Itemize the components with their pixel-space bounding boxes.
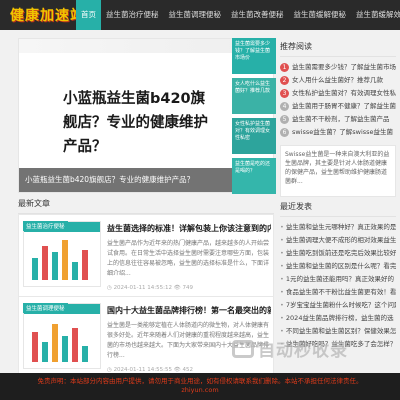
featured-side-list: 益生菌需要多少钱？了解益生菌市场价 女人吃什么益生菌好？推荐几款 女性私护益生菌… <box>232 38 276 198</box>
post-meta: ◷ 2024-01-11 14:55:12 👁 749 <box>107 285 193 291</box>
popular-title: 最近发表 <box>280 198 396 217</box>
watermark-logo: 自动秒收录 <box>232 336 348 361</box>
popular-panel: 最近发表 益生菌和益生元哪种好？真正效果的是 益生菌调理大便不成形的相对效果益生… <box>280 198 396 351</box>
footer-disclaimer: 免责声明：本站部分内容由用户提供，请勿用于商业用途，如有侵权请联系我们删除。本站… <box>0 373 400 400</box>
list-item[interactable]: 益生菌吃到饭前还是吃完后效果比较好 <box>280 247 396 260</box>
list-item[interactable]: 4 益生菌用于肠胃不健康？了解益生菌的 <box>280 100 396 113</box>
post-category-badge[interactable]: 益生菌治疗便秘 <box>23 221 68 231</box>
top-nav-bar: 健康加速站 首页 益生菌治疗便秘 益生菌调理便秘 益生菌改善便秘 益生菌缓解便秘… <box>0 0 400 30</box>
featured-side-item[interactable]: 益生菌是吃的还是喝的？ <box>232 158 276 194</box>
post-title[interactable]: 国内十大益生菌品牌排行榜！第一名最突出的就是这点！ <box>107 305 271 316</box>
post-card[interactable]: 益生菌治疗便秘 益生菌选择的标准！详解包装上你该注意到的内容！ 益生菌产品作为近… <box>18 214 274 304</box>
footer-notice: 免责声明：本站部分内容由用户提供，请勿用于商业用途，如有侵权请联系我们删除。本站… <box>37 377 363 385</box>
recommended-excerpt[interactable]: Swisse益生菌是一种来自澳大利亚的益生菌品牌，其主要是针对人体肠道健康的保健… <box>280 145 396 197</box>
list-item[interactable]: 7岁宝宝益生菌粉什么时候吃？这个问题 <box>280 299 396 312</box>
recommended-panel: 推荐阅读 1 益生菌需要多少钱？了解益生菌市场价 2 女人用什么益生菌好？推荐几款 … <box>280 38 396 197</box>
list-item[interactable]: 食品益生菌不干粉比益生菌更有效！看 <box>280 286 396 299</box>
site-logo[interactable]: 健康加速站 <box>10 3 85 27</box>
nav-item-1[interactable]: 益生菌治疗便秘 <box>101 0 164 30</box>
footer-url[interactable]: zhiyun.com <box>8 386 392 395</box>
featured-side-item[interactable]: 女性私护益生菌对？有效调理女性私密 <box>232 118 276 154</box>
list-item[interactable]: 3 女性私护益生菌对？有效调理女性私密 <box>280 87 396 100</box>
nav-item-4[interactable]: 益生菌缓解便秘 <box>289 0 352 30</box>
list-item[interactable]: 益生菌和益生菌的区别是什么呢？看完 <box>280 260 396 273</box>
list-item[interactable]: 1元的益生菌还能用吗？真正效果好的 <box>280 273 396 286</box>
featured-side-item[interactable]: 益生菌需要多少钱？了解益生菌市场价 <box>232 38 276 74</box>
recommended-list: 1 益生菌需要多少钱？了解益生菌市场价 2 女人用什么益生菌好？推荐几款 3 女性私护… <box>280 61 396 139</box>
watermark-text: 自动秒收录 <box>258 341 348 361</box>
nav-item-2[interactable]: 益生菌调理便秘 <box>164 0 227 30</box>
list-item[interactable]: 1 益生菌需要多少钱？了解益生菌市场价 <box>280 61 396 74</box>
latest-section-title: 最新文章 <box>18 198 274 214</box>
list-item[interactable]: 益生菌调理大便不成形的相对效果益生菌 <box>280 234 396 247</box>
main-nav: 首页 益生菌治疗便秘 益生菌调理便秘 益生菌改善便秘 益生菌缓解便秘 益生菌缓解… <box>76 0 400 30</box>
popular-list: 益生菌和益生元哪种好？真正效果的是 益生菌调理大便不成形的相对效果益生菌 益生菌… <box>280 221 396 351</box>
list-item[interactable]: 2 女人用什么益生菌好？推荐几款 <box>280 74 396 87</box>
list-item[interactable]: 益生菌和益生元哪种好？真正效果的是 <box>280 221 396 234</box>
nav-item-5[interactable]: 益生菌缓解效果 <box>351 0 400 30</box>
logo-text: 健康加速站 <box>10 8 85 24</box>
featured-side-item[interactable]: 女人吃什么益生菌好？推荐几款 <box>232 78 276 114</box>
post-title[interactable]: 益生菌选择的标准！详解包装上你该注意到的内容！ <box>107 223 271 234</box>
nav-item-3[interactable]: 益生菌改善便秘 <box>226 0 289 30</box>
list-item[interactable]: 6 swisse益生菌？了解swisse益生菌 <box>280 126 396 139</box>
hero-headline: 小蓝瓶益生菌b420旗舰店？专业的健康维护产品？ <box>63 91 208 155</box>
post-category-badge[interactable]: 益生菌调理便秘 <box>23 303 68 313</box>
list-item[interactable]: 2024益生菌品牌排行榜，益生菌的选 <box>280 312 396 325</box>
watermark-icon <box>232 339 254 358</box>
list-item[interactable]: 5 益生菌不干粉剂，了解益生菌产品 <box>280 113 396 126</box>
nav-item-home[interactable]: 首页 <box>76 0 101 30</box>
post-excerpt: 益生菌产品作为近年来的热门健康产品，越来越多的人开始尝试食用。在日常生活中选择益… <box>107 240 270 277</box>
recommended-title: 推荐阅读 <box>280 38 396 57</box>
